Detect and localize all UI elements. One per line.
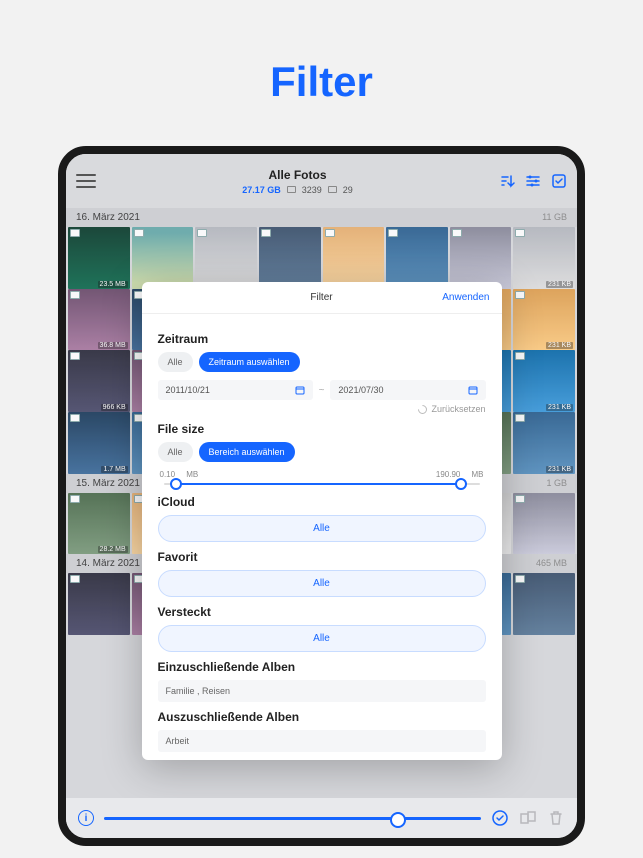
slider-thumb-max[interactable] (455, 478, 467, 490)
header-actions (499, 173, 567, 189)
reset-label: Zurücksetzen (431, 404, 485, 414)
reset-icon (417, 403, 430, 416)
modal-body[interactable]: Zeitraum Alle Zeitraum auswählen 2011/10… (142, 314, 502, 760)
timeline-scrubber[interactable] (104, 817, 481, 820)
photo-grid: 16. März 2021 11 GB 23.5 MB 231 KB 36.8 … (66, 208, 577, 798)
select-all-icon[interactable] (491, 809, 509, 827)
section-title-include-albums: Einzuschließende Alben (158, 660, 486, 674)
size-max-value: 190.90 (436, 470, 460, 479)
menu-icon[interactable] (76, 174, 96, 188)
include-albums-field[interactable]: Familie , Reisen (158, 680, 486, 702)
date-to-field[interactable]: 2021/07/30 (330, 380, 485, 400)
sort-icon[interactable] (499, 173, 515, 189)
video-icon (328, 186, 337, 193)
photo-count: 3239 (302, 185, 322, 195)
exclude-albums-field[interactable]: Arbeit (158, 730, 486, 752)
app-header: Alle Fotos 27.17 GB 3239 29 (66, 154, 577, 208)
video-count: 29 (343, 185, 353, 195)
section-title-versteckt: Versteckt (158, 605, 486, 619)
versteckt-all-button[interactable]: Alle (158, 625, 486, 652)
filesize-slider[interactable] (164, 483, 480, 485)
header-center: Alle Fotos 27.17 GB 3239 29 (242, 168, 353, 195)
zeitraum-select-button[interactable]: Zeitraum auswählen (199, 352, 300, 372)
section-title-exclude-albums: Auszuschließende Alben (158, 710, 486, 724)
date-to-value: 2021/07/30 (338, 385, 383, 395)
icloud-all-button[interactable]: Alle (158, 515, 486, 542)
compare-icon[interactable] (519, 809, 537, 827)
filesize-select-button[interactable]: Bereich auswählen (199, 442, 295, 462)
select-icon[interactable] (551, 173, 567, 189)
bottom-bar: i (66, 798, 577, 838)
date-from-value: 2011/10/21 (166, 385, 210, 395)
filesize-all-button[interactable]: Alle (158, 442, 193, 462)
section-title-zeitraum: Zeitraum (158, 332, 486, 346)
date-from-field[interactable]: 2011/10/21 (158, 380, 313, 400)
header-title: Alle Fotos (242, 168, 353, 182)
device-frame: Alle Fotos 27.17 GB 3239 29 16. März 202… (58, 146, 585, 846)
zeitraum-all-button[interactable]: Alle (158, 352, 193, 372)
storage-value: 27.17 GB (242, 185, 281, 195)
modal-header: Filter Anwenden (142, 282, 502, 314)
slider-thumb-min[interactable] (170, 478, 182, 490)
reset-button[interactable]: Zurücksetzen (158, 404, 486, 414)
app-screen: Alle Fotos 27.17 GB 3239 29 16. März 202… (66, 154, 577, 838)
favorit-all-button[interactable]: Alle (158, 570, 486, 597)
photo-icon (287, 186, 296, 193)
section-title-icloud: iCloud (158, 495, 486, 509)
section-title-favorit: Favorit (158, 550, 486, 564)
header-stats: 27.17 GB 3239 29 (242, 185, 353, 195)
calendar-icon (295, 385, 305, 395)
date-separator: ~ (319, 385, 325, 396)
trash-icon[interactable] (547, 809, 565, 827)
page-heading: Filter (0, 0, 643, 146)
slider-labels: 0.10 MB 190.90 MB (158, 470, 486, 479)
info-icon[interactable]: i (78, 810, 94, 826)
modal-title: Filter (310, 292, 332, 303)
size-max-unit: MB (472, 470, 484, 479)
apply-button[interactable]: Anwenden (442, 292, 489, 303)
size-min-unit: MB (186, 470, 198, 479)
filter-icon[interactable] (525, 173, 541, 189)
section-title-filesize: File size (158, 422, 486, 436)
filter-modal: Filter Anwenden Zeitraum Alle Zeitraum a… (142, 282, 502, 760)
calendar-icon (468, 385, 478, 395)
